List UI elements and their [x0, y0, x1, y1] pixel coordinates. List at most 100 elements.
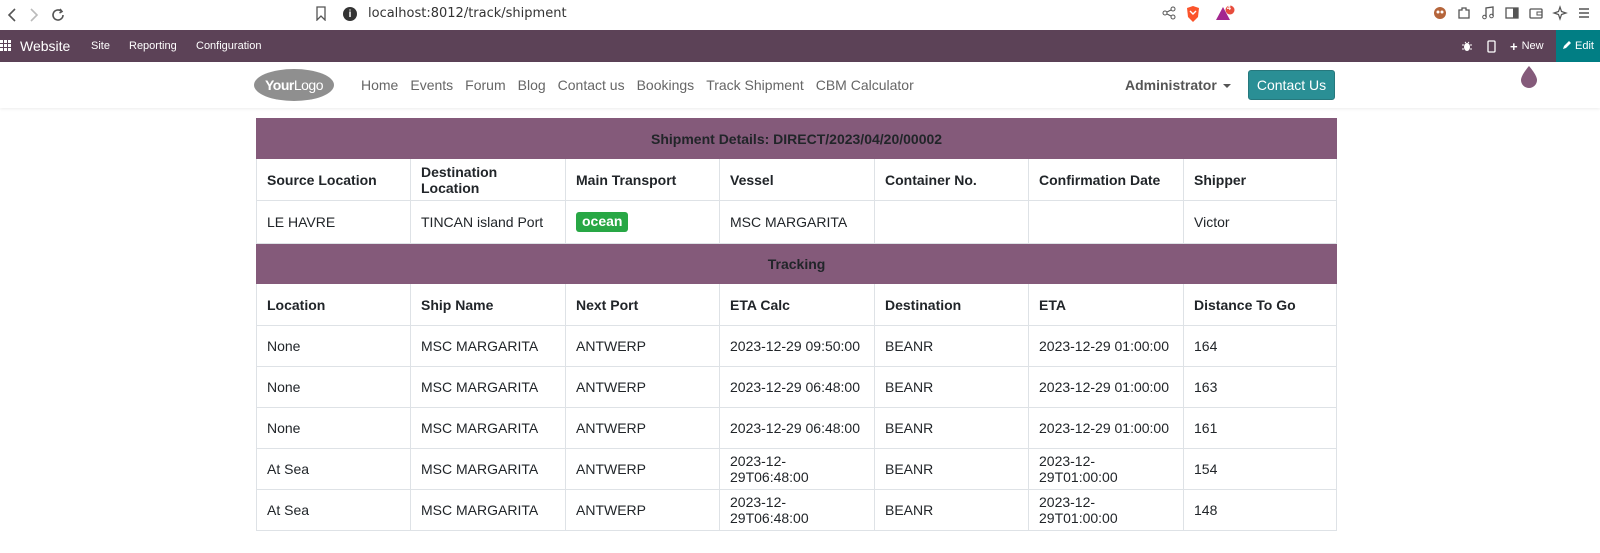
- apps-menu-icon[interactable]: [0, 40, 11, 51]
- col-header: Vessel: [719, 158, 875, 201]
- alert-count: 4: [1227, 5, 1231, 12]
- edit-button[interactable]: Edit: [1556, 30, 1600, 62]
- main-transport-cell: ocean: [565, 200, 720, 244]
- contact-us-button[interactable]: Contact Us: [1248, 70, 1335, 100]
- new-label: New: [1521, 40, 1544, 52]
- site-nav: Home Events Forum Blog Contact us Bookin…: [361, 77, 926, 93]
- location: None: [256, 407, 411, 449]
- next-port: ANTWERP: [565, 407, 720, 449]
- website-header: Your Logo Home Events Forum Blog Contact …: [0, 62, 1600, 108]
- caret-down-icon: [1222, 84, 1231, 89]
- nav-contact-us[interactable]: Contact us: [558, 77, 625, 93]
- vessel: MSC MARGARITA: [719, 200, 875, 244]
- shipment-header-row: Shipment Details: DIRECT/2023/04/20/0000…: [255, 118, 1338, 159]
- odoo-menu-configuration[interactable]: Configuration: [196, 40, 261, 52]
- col-header: Next Port: [565, 283, 720, 326]
- location: At Sea: [256, 489, 411, 531]
- next-port: ANTWERP: [565, 325, 720, 367]
- mobile-preview-icon[interactable]: [1487, 30, 1496, 62]
- eta-calc: 2023-12-29 06:48:00: [719, 366, 875, 408]
- droplet-icon[interactable]: [1519, 65, 1539, 89]
- logo-bold-text: Your: [264, 77, 294, 93]
- col-header: ETA Calc: [719, 283, 875, 326]
- source-location: LE HAVRE: [256, 200, 411, 244]
- destination: BEANR: [874, 407, 1029, 449]
- destination: BEANR: [874, 366, 1029, 408]
- sidebar-icon[interactable]: [1504, 5, 1520, 21]
- nav-home[interactable]: Home: [361, 77, 398, 93]
- col-header: Destination Location: [410, 158, 566, 201]
- shipment-title: Shipment Details: DIRECT/2023/04/20/0000…: [255, 118, 1338, 159]
- nav-bookings[interactable]: Bookings: [637, 77, 695, 93]
- ship-name: MSC MARGARITA: [410, 489, 566, 531]
- eta-calc: 2023-12-29 06:48:00: [719, 407, 875, 449]
- tracking-title: Tracking: [255, 243, 1338, 284]
- odoo-menu-site[interactable]: Site: [91, 40, 110, 52]
- eta: 2023-12-29 01:00:00: [1028, 366, 1184, 408]
- bookmark-icon[interactable]: [315, 6, 327, 26]
- next-port: ANTWERP: [565, 489, 720, 531]
- eta: 2023-12-29T01:00:00: [1028, 448, 1184, 490]
- odoo-menu-reporting[interactable]: Reporting: [129, 40, 177, 52]
- site-logo[interactable]: Your Logo: [254, 69, 334, 101]
- nav-forum[interactable]: Forum: [465, 77, 505, 93]
- location: None: [256, 366, 411, 408]
- back-icon[interactable]: [0, 3, 24, 27]
- nav-blog[interactable]: Blog: [518, 77, 546, 93]
- transport-badge: ocean: [576, 212, 629, 232]
- eta: 2023-12-29T01:00:00: [1028, 489, 1184, 531]
- next-port: ANTWERP: [565, 448, 720, 490]
- edit-label: Edit: [1575, 40, 1594, 52]
- brave-rewards-icon[interactable]: 4: [1215, 5, 1237, 28]
- shipment-details-table: Shipment Details: DIRECT/2023/04/20/0000…: [255, 118, 1338, 531]
- address-bar[interactable]: i localhost:8012/track/shipment 4: [310, 2, 1247, 27]
- site-info-icon[interactable]: i: [343, 7, 357, 21]
- wallet-icon[interactable]: [1528, 5, 1544, 21]
- share-icon[interactable]: [1162, 6, 1176, 25]
- menu-icon[interactable]: [1576, 5, 1592, 21]
- forward-icon[interactable]: [22, 3, 46, 27]
- nav-cbm-calculator[interactable]: CBM Calculator: [816, 77, 914, 93]
- debug-bug-icon[interactable]: [1461, 30, 1473, 62]
- extension-icons: [1432, 5, 1592, 21]
- table-row: At Sea MSC MARGARITA ANTWERP 2023-12-29T…: [256, 489, 1338, 531]
- extension-monkey-icon[interactable]: [1432, 5, 1448, 21]
- extensions-puzzle-icon[interactable]: [1456, 5, 1472, 21]
- odoo-app-title[interactable]: Website: [20, 38, 70, 54]
- ship-name: MSC MARGARITA: [410, 407, 566, 449]
- nav-events[interactable]: Events: [410, 77, 453, 93]
- browser-toolbar: i localhost:8012/track/shipment 4: [0, 0, 1600, 30]
- new-button[interactable]: + New: [1510, 30, 1544, 62]
- eta-calc: 2023-12-29 09:50:00: [719, 325, 875, 367]
- music-icon[interactable]: [1480, 5, 1496, 21]
- confirmation-date: [1028, 200, 1184, 244]
- brave-shield-icon[interactable]: [1185, 5, 1201, 28]
- eta: 2023-12-29 01:00:00: [1028, 325, 1184, 367]
- user-menu[interactable]: Administrator: [1125, 77, 1231, 93]
- col-header: Confirmation Date: [1028, 158, 1184, 201]
- col-header: ETA: [1028, 283, 1184, 326]
- location: At Sea: [256, 448, 411, 490]
- nav-track-shipment[interactable]: Track Shipment: [706, 77, 804, 93]
- ship-name: MSC MARGARITA: [410, 448, 566, 490]
- pencil-icon: [1562, 40, 1572, 53]
- col-header: Main Transport: [565, 158, 720, 201]
- col-header: Source Location: [256, 158, 411, 201]
- col-header: Container No.: [874, 158, 1029, 201]
- plus-icon: +: [1510, 38, 1518, 54]
- ship-name: MSC MARGARITA: [410, 325, 566, 367]
- eta-calc: 2023-12-29T06:48:00: [719, 489, 875, 531]
- reload-icon[interactable]: [46, 3, 70, 27]
- distance-to-go: 163: [1182, 366, 1338, 408]
- url-text[interactable]: localhost:8012/track/shipment: [368, 6, 567, 21]
- distance-to-go: 161: [1182, 407, 1338, 449]
- odoo-navbar: Website Site Reporting Configuration + N…: [0, 30, 1600, 62]
- leo-ai-icon[interactable]: [1552, 5, 1568, 21]
- col-header: Location: [256, 283, 411, 326]
- shipment-data-row: LE HAVRE TINCAN island Port ocean MSC MA…: [256, 200, 1338, 244]
- col-header: Ship Name: [410, 283, 566, 326]
- table-row: None MSC MARGARITA ANTWERP 2023-12-29 09…: [256, 325, 1338, 367]
- tracking-columns-row: Location Ship Name Next Port ETA Calc De…: [256, 283, 1338, 326]
- logo-light-text: Logo: [293, 77, 324, 93]
- location: None: [256, 325, 411, 367]
